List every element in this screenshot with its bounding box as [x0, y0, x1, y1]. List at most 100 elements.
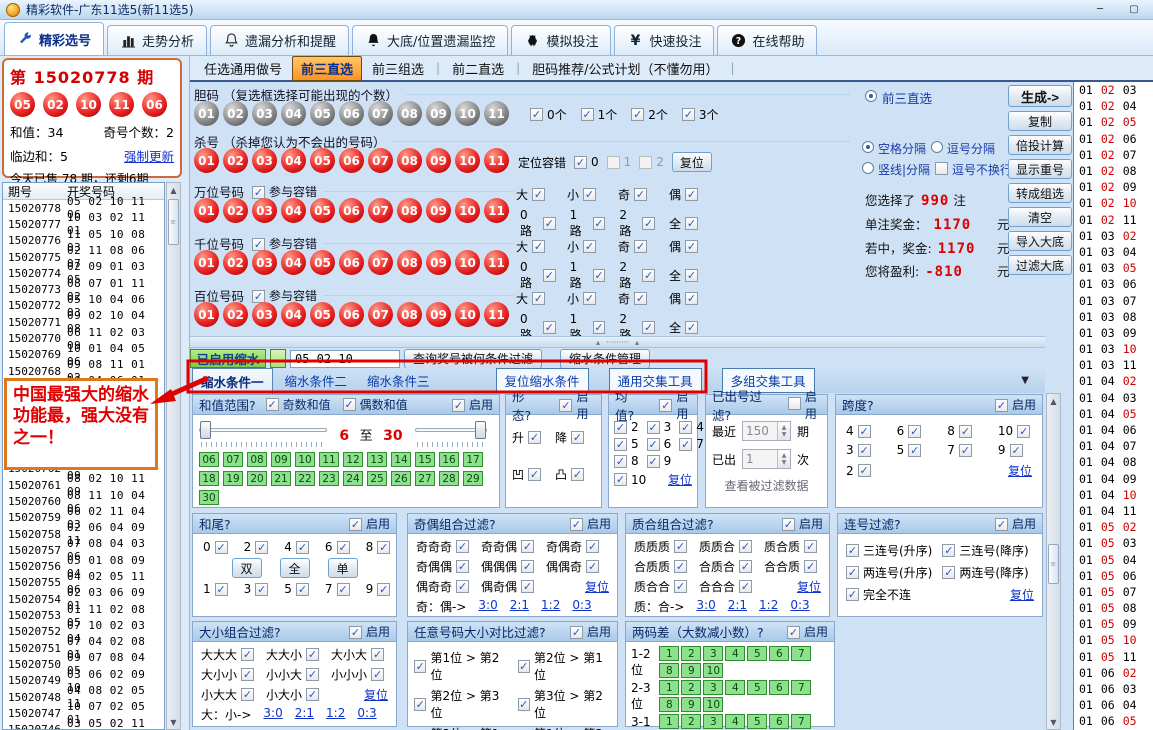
- filter-value-cell[interactable]: 21: [271, 471, 291, 486]
- filter-value-cell[interactable]: 13: [367, 452, 387, 467]
- action-button-6[interactable]: 清空: [1008, 207, 1072, 227]
- ratio-link[interactable]: 1:2: [541, 598, 560, 615]
- checkbox-item[interactable]: 奇奇偶✓: [481, 538, 534, 555]
- sum-max-slider[interactable]: [415, 419, 487, 449]
- checkbox-item[interactable]: 1路✓: [570, 208, 606, 239]
- ratio-link[interactable]: 2:1: [728, 598, 747, 615]
- filter-value-cell[interactable]: 2: [681, 680, 701, 695]
- filter-value-cell[interactable]: 6: [769, 646, 789, 661]
- checkbox-item[interactable]: 6✓: [325, 540, 350, 554]
- filter-value-cell[interactable]: 3: [703, 680, 723, 695]
- quick-button[interactable]: 全: [280, 558, 310, 578]
- action-button-8[interactable]: 过滤大底: [1008, 255, 1072, 275]
- checkbox-item[interactable]: 凹✓: [512, 466, 541, 483]
- subtab-any-pick[interactable]: 任选通用做号: [196, 57, 290, 80]
- filter-value-cell[interactable]: 4: [725, 646, 745, 661]
- checkbox-item[interactable]: ✓10: [614, 473, 646, 487]
- ratio-link[interactable]: 2:1: [510, 598, 529, 615]
- ratio-link[interactable]: 3:0: [696, 598, 715, 615]
- checkbox-item[interactable]: 合合合✓: [699, 578, 752, 595]
- reset-link[interactable]: 复位: [1010, 586, 1034, 603]
- checkbox-item[interactable]: ✓0: [574, 155, 599, 169]
- sum-min-slider[interactable]: [199, 419, 327, 449]
- ball-01[interactable]: 01: [194, 250, 219, 275]
- reset-link[interactable]: 复位: [585, 578, 609, 595]
- checkbox-item[interactable]: 全✓: [669, 208, 698, 239]
- ratio-link[interactable]: 2:1: [295, 706, 314, 723]
- quick-button[interactable]: 单: [328, 558, 358, 578]
- filter-value-cell[interactable]: 3: [703, 714, 723, 729]
- ball-11[interactable]: 11: [109, 92, 134, 117]
- view-filtered-link[interactable]: 查看被过滤数据: [712, 477, 821, 494]
- ball-01[interactable]: 01: [194, 302, 219, 327]
- filter-value-cell[interactable]: 16: [439, 452, 459, 467]
- subtab-front3-direct[interactable]: 前三直选: [292, 56, 362, 81]
- filter-value-cell[interactable]: 22: [295, 471, 315, 486]
- checkbox-item[interactable]: 小大大✓: [201, 686, 254, 703]
- enable-check[interactable]: ✓启用: [995, 396, 1036, 413]
- filter-value-cell[interactable]: 8: [659, 663, 679, 678]
- shrink-enabled-badge[interactable]: 已启用缩水: [190, 349, 266, 368]
- filter-value-cell[interactable]: 23: [319, 471, 339, 486]
- checkbox-item[interactable]: 质合合✓: [634, 578, 687, 595]
- ball-10[interactable]: 10: [455, 101, 480, 126]
- checkbox-item[interactable]: 奇偶奇✓: [546, 538, 599, 555]
- checkbox-item[interactable]: 4✓: [846, 424, 871, 438]
- filter-value-cell[interactable]: 06: [199, 452, 219, 467]
- checkbox-item[interactable]: ✓8: [614, 454, 639, 468]
- filter-value-cell[interactable]: 5: [747, 646, 767, 661]
- checkbox-item[interactable]: ✓两连号(降序): [942, 564, 1028, 581]
- ball-11[interactable]: 11: [484, 302, 509, 327]
- ratio-link[interactable]: 1:2: [759, 598, 778, 615]
- checkbox-item[interactable]: ✓2: [614, 420, 639, 434]
- checkbox-item[interactable]: 1: [607, 155, 632, 169]
- ball-02[interactable]: 02: [223, 101, 248, 126]
- checkbox-item[interactable]: 8✓: [366, 540, 391, 554]
- filter-value-cell[interactable]: 10: [703, 663, 723, 678]
- checkbox-item[interactable]: ✓第3位 > 第1位: [414, 725, 508, 730]
- filter-value-cell[interactable]: 7: [791, 646, 811, 661]
- shrink-manage-button[interactable]: 缩水条件管理: [560, 349, 650, 369]
- ball-10[interactable]: 10: [76, 92, 101, 117]
- ratio-link[interactable]: 3:0: [263, 706, 282, 723]
- radio[interactable]: [862, 162, 874, 174]
- filter-value-cell[interactable]: 08: [247, 452, 267, 467]
- filter-value-cell[interactable]: 6: [769, 680, 789, 695]
- filter-value-cell[interactable]: 4: [725, 680, 745, 695]
- checkbox-item[interactable]: 大大小✓: [266, 646, 319, 663]
- action-button-7[interactable]: 导入大底: [1008, 231, 1072, 251]
- checkbox-item[interactable]: 合质质✓: [634, 558, 687, 575]
- checkbox-item[interactable]: 升✓: [512, 429, 541, 446]
- ball-02[interactable]: 02: [43, 92, 68, 117]
- checkbox-item[interactable]: 偶偶奇✓: [546, 558, 599, 575]
- checkbox-item[interactable]: ✓两连号(升序): [846, 564, 932, 581]
- ball-04[interactable]: 04: [281, 198, 306, 223]
- tab-quick-bet[interactable]: ¥ 快速投注: [614, 25, 714, 55]
- table-row[interactable]: 1502074603 05 02 11 09: [3, 722, 164, 730]
- shrink-tab-1[interactable]: 缩水条件一: [192, 368, 273, 394]
- ball-09[interactable]: 09: [426, 250, 451, 275]
- ball-02[interactable]: 02: [223, 148, 248, 173]
- checkbox-item[interactable]: ✓第3位 > 第2位: [518, 687, 612, 721]
- checkbox-item[interactable]: 10✓: [998, 424, 1030, 438]
- checkbox-item[interactable]: ✓第2位 > 第1位: [518, 649, 612, 683]
- enable-check[interactable]: ✓启用: [570, 623, 611, 640]
- filter-value-cell[interactable]: 14: [391, 452, 411, 467]
- recent-periods-spinner[interactable]: 150▲▼: [742, 421, 791, 441]
- ball-02[interactable]: 02: [223, 250, 248, 275]
- ball-09[interactable]: 09: [426, 101, 451, 126]
- tab-online-help[interactable]: ? 在线帮助: [717, 25, 817, 55]
- ball-09[interactable]: 09: [426, 148, 451, 173]
- query-filter-button[interactable]: 查询奖号被何条件过滤: [404, 349, 542, 369]
- checkbox-item[interactable]: 质质合✓: [699, 538, 752, 555]
- tab-omission-alert[interactable]: 遗漏分析和提醒: [210, 25, 349, 55]
- ball-06[interactable]: 06: [339, 250, 364, 275]
- reset-link[interactable]: 复位: [364, 686, 388, 703]
- checkbox-item[interactable]: ✓4: [679, 420, 704, 434]
- subtab-front2-direct[interactable]: 前二直选: [444, 57, 512, 80]
- filter-value-cell[interactable]: 09: [271, 452, 291, 467]
- ratio-link[interactable]: 0:3: [790, 598, 809, 615]
- ball-07[interactable]: 07: [368, 302, 393, 327]
- ball-08[interactable]: 08: [397, 302, 422, 327]
- filter-value-cell[interactable]: 27: [415, 471, 435, 486]
